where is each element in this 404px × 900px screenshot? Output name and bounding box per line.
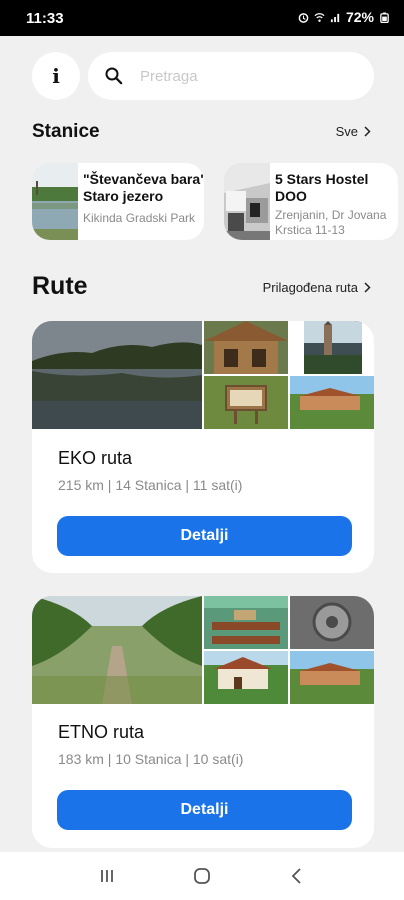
route-meta: 215 km | 14 Stanica | 11 sat(i) <box>58 477 243 493</box>
route-image <box>204 321 288 374</box>
route-card[interactable]: EKO ruta 215 km | 14 Stanica | 11 sat(i)… <box>32 321 374 573</box>
route-image <box>290 596 374 649</box>
station-name: "Števančeva bara" <box>83 171 204 187</box>
station-card[interactable]: 5 Stars Hostel DOO Zrenjanin, Dr Jovana … <box>224 163 398 240</box>
info-button[interactable]: i <box>32 52 80 100</box>
search-bar[interactable] <box>88 52 374 100</box>
route-image <box>32 321 202 429</box>
route-name: ETNO ruta <box>58 722 145 742</box>
station-address: Krstica 11-13 <box>275 223 345 237</box>
see-all-label: Sve <box>335 124 358 139</box>
info-icon: i <box>52 64 60 88</box>
route-image <box>204 651 288 704</box>
route-image <box>290 376 374 429</box>
station-address: Kikinda Gradski Park <box>83 211 196 225</box>
stations-title: Stanice <box>32 121 100 142</box>
custom-route-link[interactable]: Prilagođena ruta <box>263 280 371 295</box>
route-image <box>204 596 288 649</box>
chevron-right-icon <box>364 126 371 137</box>
station-address: Zrenjanin, Dr Jovana <box>275 208 387 222</box>
system-nav-bar <box>0 852 404 900</box>
status-time: 11:33 <box>26 10 64 27</box>
station-name: 5 Stars Hostel <box>275 171 369 187</box>
route-card[interactable]: ETNO ruta 183 km | 10 Stanica | 10 sat(i… <box>32 596 374 848</box>
signal-icon <box>330 13 340 22</box>
details-button[interactable]: Detalji <box>57 790 352 830</box>
see-all-stations-link[interactable]: Sve <box>336 124 371 139</box>
home-icon[interactable] <box>192 866 212 886</box>
chevron-right-icon <box>364 282 371 293</box>
route-meta: 183 km | 10 Stanica | 10 sat(i) <box>58 751 244 767</box>
wifi-icon <box>314 12 325 22</box>
search-input[interactable] <box>140 67 360 85</box>
route-image <box>290 651 374 704</box>
station-name: Staro jezero <box>83 188 164 204</box>
route-image-gallery <box>32 596 374 704</box>
recents-icon[interactable] <box>97 866 117 886</box>
route-name: EKO ruta <box>58 448 133 468</box>
alarm-icon <box>298 12 309 23</box>
battery-percent: 72% <box>345 9 374 25</box>
station-info: 5 Stars Hostel DOO Zrenjanin, Dr Jovana … <box>270 163 386 240</box>
route-image-gallery <box>32 321 374 429</box>
routes-title: Rute <box>32 272 88 300</box>
battery-icon <box>380 11 389 23</box>
status-icons: 72% <box>298 9 390 25</box>
details-button[interactable]: Detalji <box>57 516 352 556</box>
route-image <box>304 321 362 374</box>
station-info: "Števančeva bara" Staro jezero Kikinda G… <box>78 163 204 240</box>
station-thumbnail <box>32 163 78 240</box>
station-card[interactable]: "Števančeva bara" Staro jezero Kikinda G… <box>32 163 204 240</box>
status-bar: 11:33 72% <box>0 0 404 36</box>
search-icon <box>105 67 123 85</box>
route-image <box>32 596 202 704</box>
route-image <box>204 376 288 429</box>
back-icon[interactable] <box>287 866 307 886</box>
custom-route-label: Prilagođena ruta <box>262 280 358 295</box>
station-thumbnail <box>224 163 270 240</box>
station-name: DOO <box>275 188 307 204</box>
